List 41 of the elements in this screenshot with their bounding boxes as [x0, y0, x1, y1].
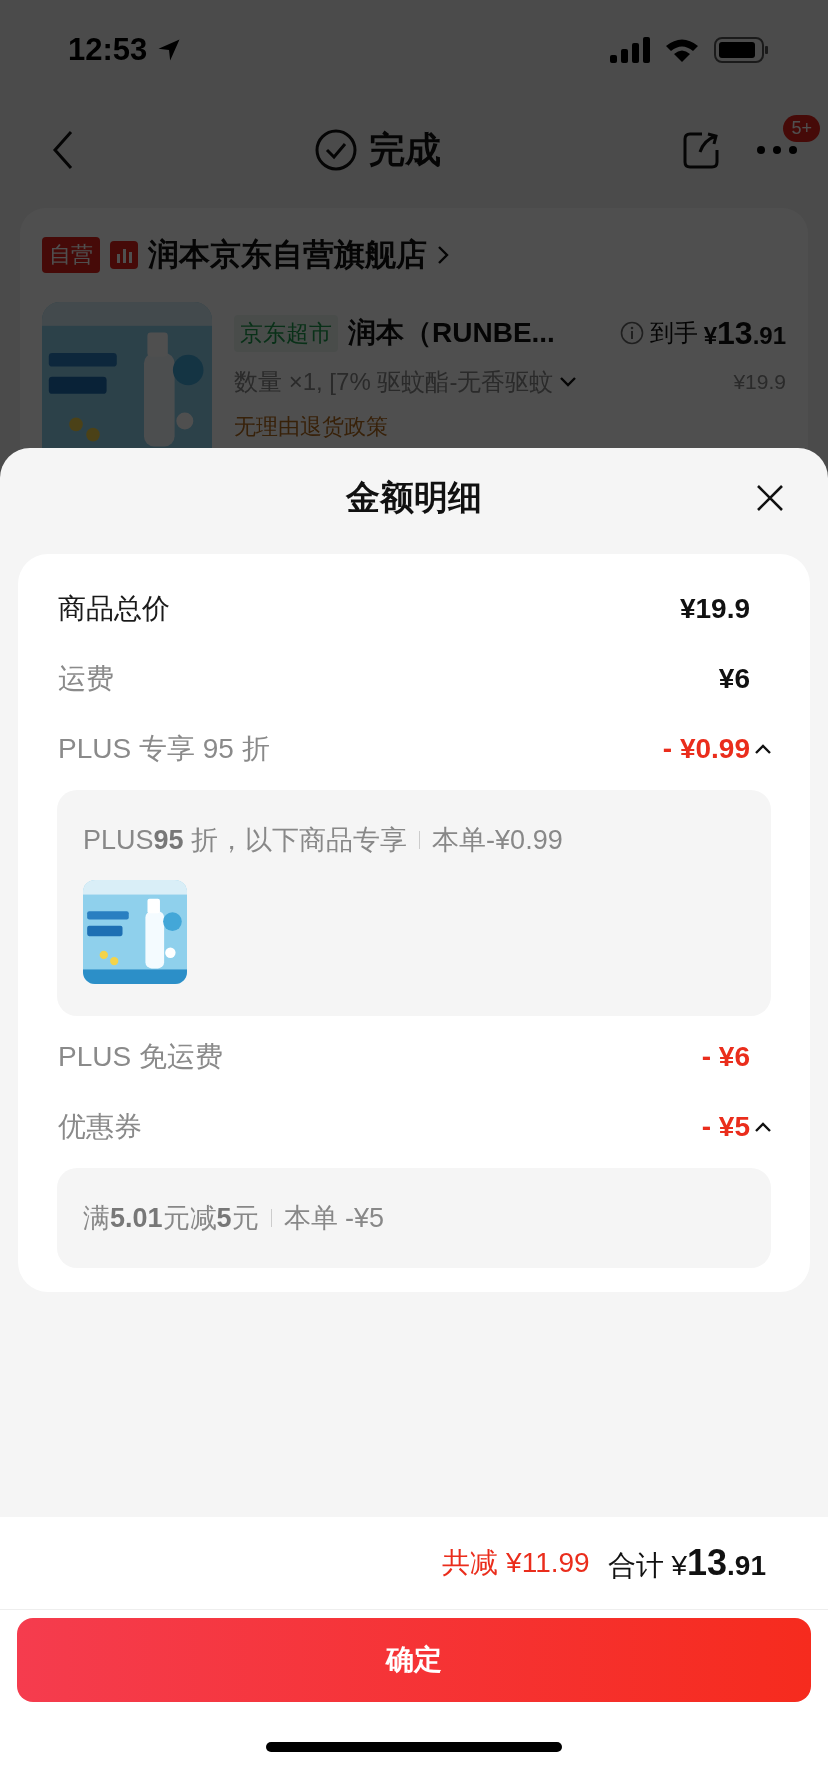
more-icon[interactable] — [756, 145, 798, 155]
row-label: PLUS 专享 95 折 — [58, 732, 271, 766]
detail-text: PLUS95 折，以下商品专享 — [83, 824, 408, 857]
sheet-title: 金额明细 — [346, 477, 482, 518]
share-icon[interactable] — [682, 130, 720, 170]
saved-amount: 共减 ¥11.99 — [442, 1546, 590, 1580]
row-amount: ¥19.9 — [679, 593, 750, 625]
chevron-up-icon — [754, 1121, 772, 1133]
chevron-down-icon — [559, 376, 578, 388]
chevron-up-icon — [754, 743, 772, 755]
detail-note: 本单-¥0.99 — [432, 824, 563, 857]
final-price: ¥13.91 — [703, 314, 786, 352]
back-icon[interactable] — [52, 130, 74, 170]
self-operated-tag: 自营 — [42, 237, 100, 273]
store-logo-icon — [110, 241, 138, 269]
detail-note: 本单 -¥5 — [283, 1202, 385, 1235]
store-name[interactable]: 润本京东自营旗舰店 — [148, 234, 427, 276]
nav-title: 完成 — [369, 127, 441, 172]
total-amount: 合计 ¥13.91 — [607, 1541, 766, 1585]
wifi-icon — [664, 37, 700, 63]
price-label: 到手 — [649, 318, 698, 348]
row-label: 优惠券 — [58, 1110, 143, 1144]
product-title[interactable]: 润本（RUNBE... — [348, 314, 555, 352]
detail-text: 满5.01元减5元 — [83, 1202, 259, 1235]
row-amount: - ¥6 — [701, 1041, 750, 1073]
return-policy: 无理由退货政策 — [234, 413, 389, 441]
check-circle-icon — [315, 129, 357, 171]
status-time: 12:53 — [68, 32, 148, 68]
row-label: 运费 — [58, 662, 115, 696]
row-label: PLUS 免运费 — [58, 1040, 224, 1074]
row-amount: - ¥5 — [701, 1111, 750, 1143]
row-amount: - ¥0.99 — [662, 733, 750, 765]
row-label: 商品总价 — [58, 592, 171, 626]
chevron-right-icon — [437, 245, 449, 265]
signal-icon — [610, 37, 650, 63]
battery-icon — [714, 37, 770, 63]
row-amount: ¥6 — [718, 663, 750, 695]
info-icon[interactable] — [619, 321, 644, 345]
notification-badge: 5+ — [783, 115, 820, 142]
confirm-button[interactable]: 确定 — [17, 1618, 811, 1702]
supermarket-tag: 京东超市 — [234, 314, 338, 352]
